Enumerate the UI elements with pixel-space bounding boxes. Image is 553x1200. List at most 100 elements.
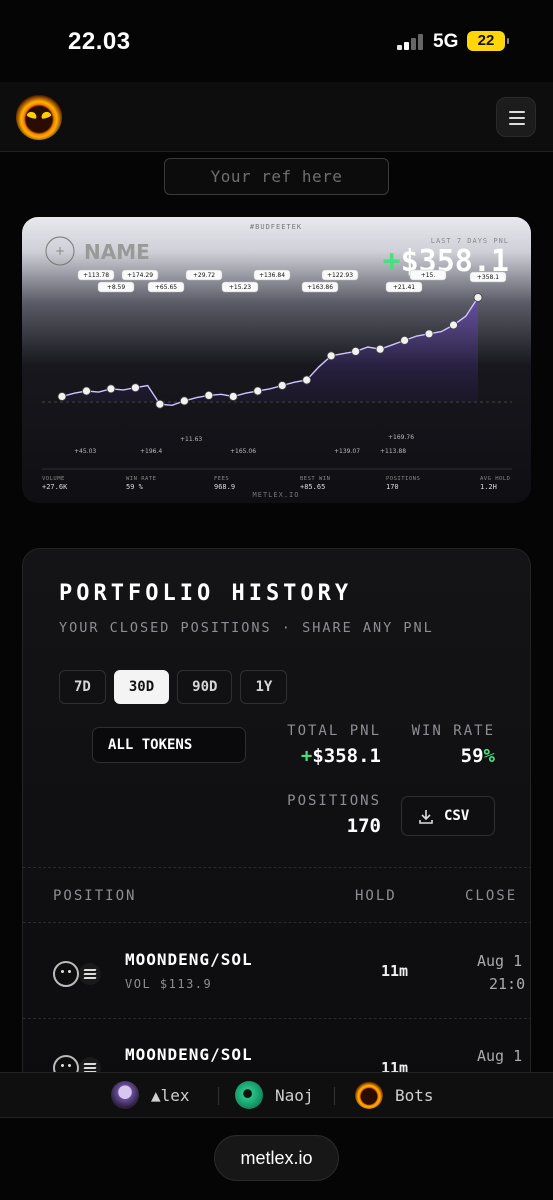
battery-icon: 22 [467,31,509,51]
col-hold: HOLD [355,888,397,904]
svg-text:+122.93: +122.93 [327,272,353,279]
trade-dot [131,383,140,393]
portfolio-title: PORTFOLIO HISTORY [59,581,353,606]
trade-dot [57,392,67,401]
svg-text:+65.65: +65.65 [155,284,177,291]
account-name: ▲lex [151,1086,190,1105]
table-row[interactable]: MOONDENG/SOL VOL $113.9 11m Aug 1 21:0 [23,923,530,1019]
portfolio-panel: PORTFOLIO HISTORY YOUR CLOSED POSITIONS … [22,548,531,1108]
total-pnl-label: TOTAL PNL [287,723,381,739]
positions-label: POSITIONS [287,793,381,809]
card-name: NAME [84,240,150,264]
trade-dot [106,384,116,394]
win-rate-value: 59% [460,745,495,767]
pnl-chip: +113.78 [77,269,115,281]
svg-text:+: + [55,244,65,258]
row-pair: MOONDENG/SOL [125,950,253,969]
card-stat-label: BEST WIN [300,476,331,482]
menu-button[interactable] [496,97,536,137]
trade-dot [375,344,385,354]
row-pair: MOONDENG/SOL [125,1045,253,1064]
card-stat-value: 1.2H [480,483,497,491]
row-hold: 11m [381,962,409,980]
pnl-chip: +174.29 [121,269,159,281]
loss-label: +113.88 [380,448,406,455]
card-stat-label: WIN RATE [126,476,157,482]
pnl-chip: +15. [409,269,447,281]
trade-dot [82,386,91,396]
account-naoj[interactable]: Naoj [235,1081,325,1111]
loss-label: +139.07 [334,448,360,455]
card-stat-value: +85.65 [300,483,325,491]
browser-url-pill[interactable]: metlex.io [214,1135,339,1181]
pnl-chip: +15.23 [221,281,259,293]
card-stat-value: 170 [386,483,399,491]
trade-dot [449,320,458,330]
svg-text:+29.72: +29.72 [193,272,215,279]
pnl-chip: +8.59 [97,281,135,293]
trade-dot [302,375,312,385]
loss-label: +196.4 [140,448,162,455]
moondeng-token-icon [53,961,79,987]
row-close-date: Aug 1 [477,952,523,970]
divider [218,1087,219,1105]
tab-1y[interactable]: 1Y [240,670,288,704]
trade-dot [277,381,287,390]
col-position: POSITION [53,888,137,904]
svg-text:+15.23: +15.23 [229,284,251,291]
svg-text:+21.41: +21.41 [393,284,415,291]
svg-text:+163.86: +163.86 [307,284,333,291]
sol-token-icon [79,963,101,985]
csv-label: CSV [444,808,470,824]
pnl-chip: +65.65 [147,281,185,293]
svg-text:+15.: +15. [421,272,436,279]
row-volume: VOL $113.9 [125,977,213,991]
loss-label: +45.03 [74,448,96,455]
account-switcher-bar: ▲lex Naoj Bots [0,1072,553,1118]
pnl-share-card[interactable]: + NAME #BUDFEETEK LAST 7 DAYS PNL +$358.… [22,217,531,503]
svg-text:+136.84: +136.84 [259,272,285,279]
avatar [235,1081,263,1109]
token-filter-dropdown[interactable]: ALL TOKENS [92,727,246,763]
card-stat-label: POSITIONS [386,476,420,482]
card-site: METLEX.IO [253,491,300,499]
card-stat-label: VOLUME [42,476,65,482]
bots-logo-icon [355,1081,383,1109]
account-bots[interactable]: Bots [355,1081,445,1111]
trade-dot [473,293,483,302]
svg-text:+113.78: +113.78 [83,272,109,279]
trade-dot [179,396,189,406]
card-stat-value: 59 % [126,483,144,491]
trade-dot [228,392,238,401]
pnl-chip: +29.72 [185,269,223,281]
pnl-chip: +136.84 [253,269,291,281]
total-pnl-value: +$358.1 [300,745,381,767]
row-close-time: 21:0 [489,975,526,993]
pnl-chip: +163.86 [301,281,339,293]
row-close-date: Aug 1 [477,1047,523,1065]
referral-input[interactable] [164,158,389,195]
trade-dot [424,329,434,339]
loss-label: +169.76 [388,434,414,441]
account-alex[interactable]: ▲lex [111,1081,211,1111]
trade-dot [400,336,409,345]
csv-export-button[interactable]: CSV [401,796,495,836]
svg-text:+8.59: +8.59 [107,284,126,291]
positions-value: 170 [346,815,381,837]
app-logo[interactable] [16,94,62,140]
tab-30d[interactable]: 30D [113,670,170,704]
tab-90d[interactable]: 90D [177,670,233,704]
pnl-chip: +21.41 [385,281,423,293]
download-icon [419,810,433,824]
card-stat-value: +27.6K [42,483,68,491]
network-type: 5G [433,31,459,52]
trade-dot [204,390,214,400]
loss-label: +11.63 [180,436,202,443]
status-bar: 22.03 5G 22 [0,0,553,82]
win-rate-label: WIN RATE [411,723,495,739]
app-header [0,82,553,152]
trade-dot [326,351,336,361]
table-header: POSITION HOLD CLOSE [23,867,530,923]
card-stat-label: FEES [214,476,229,482]
tab-7d[interactable]: 7D [59,670,106,704]
